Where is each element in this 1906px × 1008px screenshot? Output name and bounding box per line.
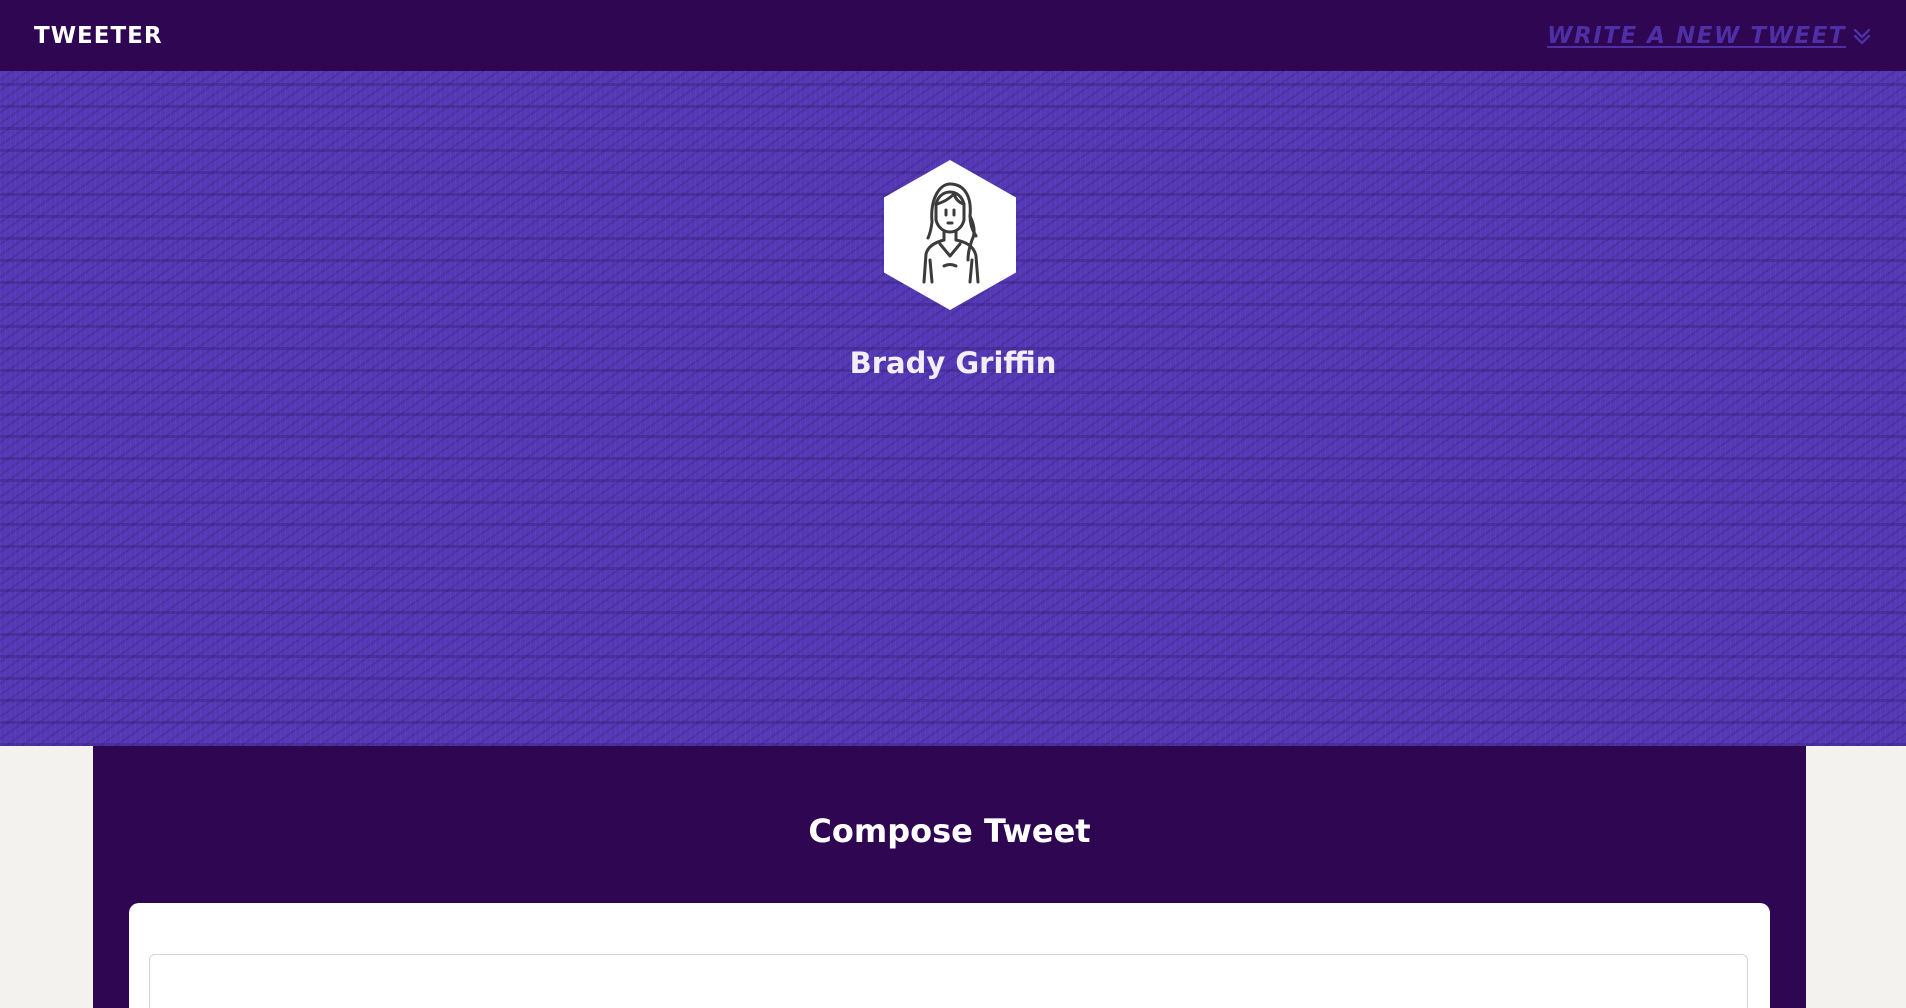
top-navbar: TWEETER WRITE A NEW TWEET bbox=[0, 0, 1906, 71]
tweet-input[interactable] bbox=[149, 954, 1748, 1008]
page: TWEETER WRITE A NEW TWEET Brady Griffin … bbox=[0, 0, 1906, 1008]
profile-name: Brady Griffin bbox=[849, 346, 1057, 380]
double-chevron-down-icon bbox=[1853, 28, 1871, 44]
write-new-tweet-link[interactable]: WRITE A NEW TWEET bbox=[1547, 23, 1872, 49]
compose-title: Compose Tweet bbox=[808, 812, 1091, 850]
compose-card bbox=[129, 903, 1770, 1008]
woman-avatar-icon bbox=[884, 160, 1016, 310]
profile-header: Brady Griffin bbox=[0, 71, 1906, 746]
brand-logo[interactable]: TWEETER bbox=[34, 23, 163, 49]
compose-section: Compose Tweet bbox=[93, 746, 1806, 1008]
write-new-tweet-label: WRITE A NEW TWEET bbox=[1547, 22, 1846, 49]
